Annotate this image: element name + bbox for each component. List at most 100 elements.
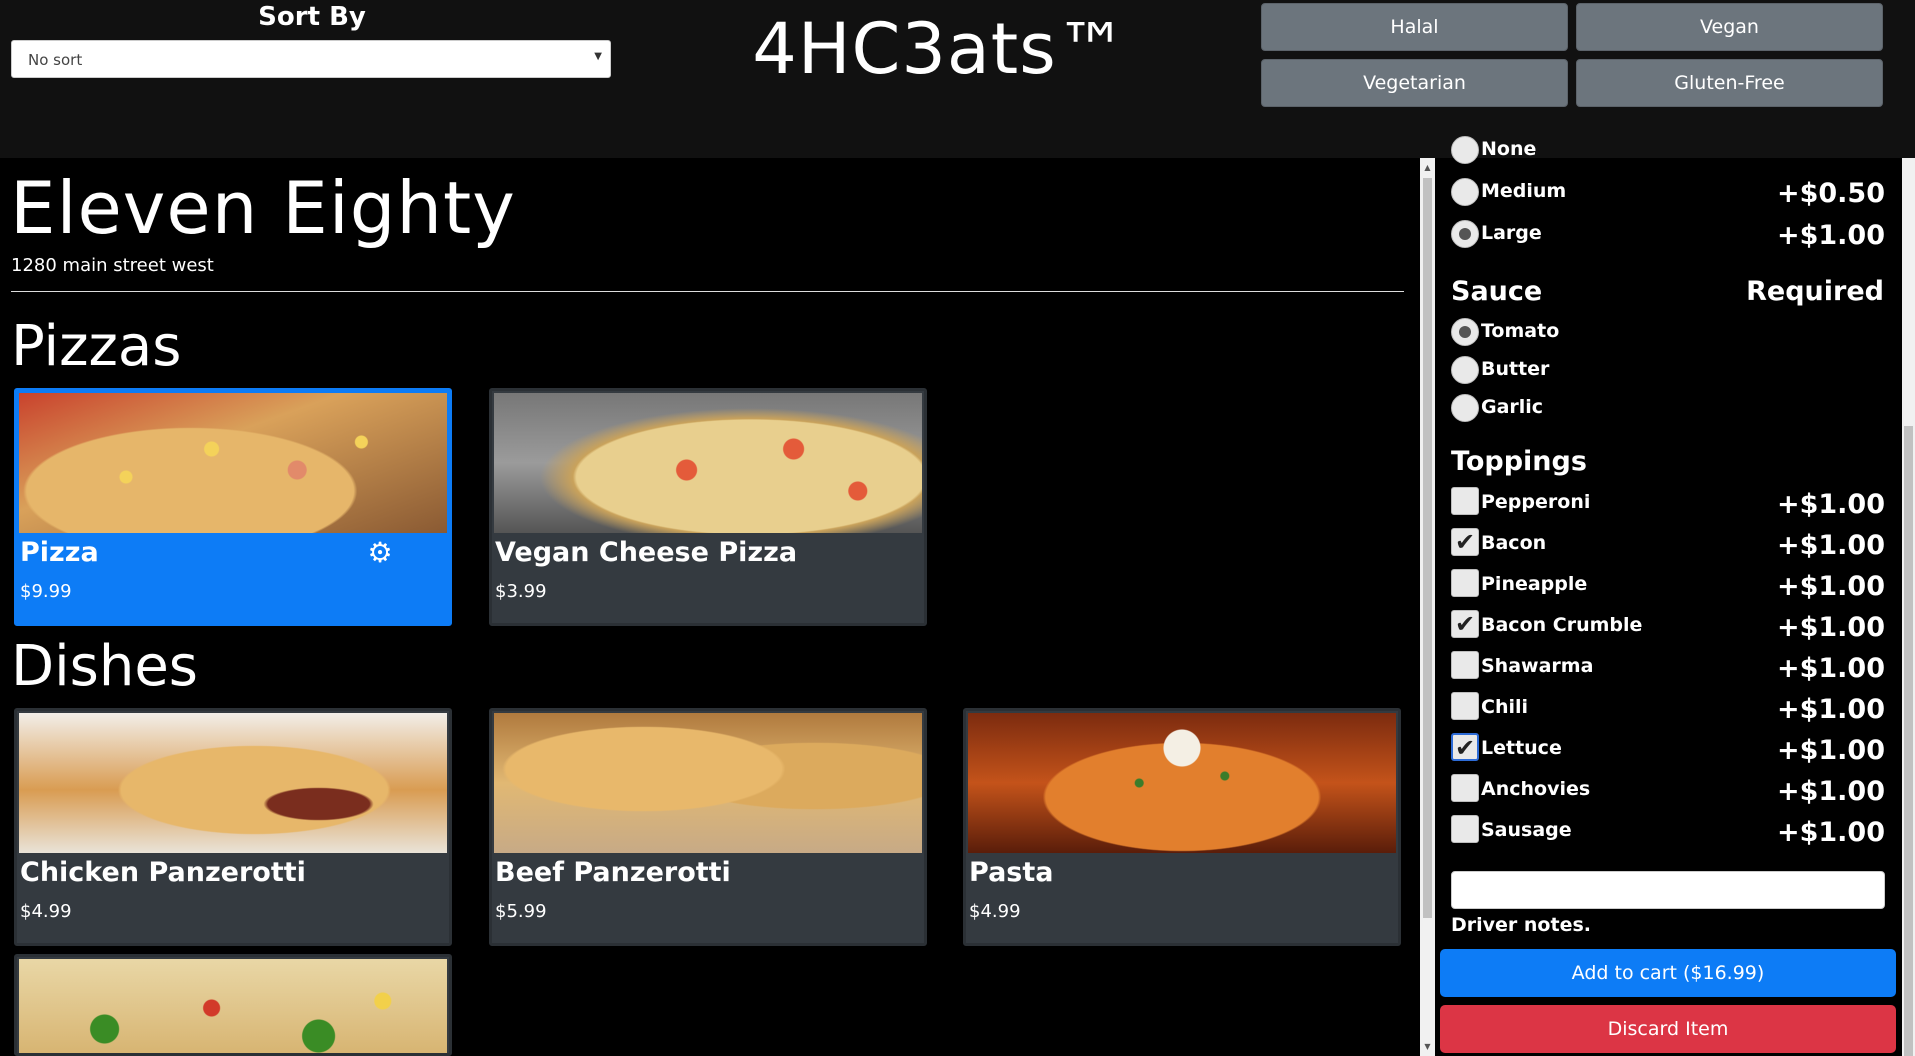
option-label: Bacon Crumble xyxy=(1481,614,1643,636)
option-price: +$1.00 xyxy=(1776,530,1885,561)
menu-item-name: Pizza xyxy=(20,537,99,568)
sauce-option-tomato[interactable]: Tomato xyxy=(1451,314,1885,348)
pasta-salad-image xyxy=(19,959,447,1053)
topping-option-anchovies[interactable]: Anchovies +$1.00 xyxy=(1451,772,1885,807)
sauce-radio-butter[interactable] xyxy=(1451,356,1479,384)
driver-notes-input[interactable] xyxy=(1451,871,1885,909)
menu-scrollbar[interactable]: ▲ ▼ xyxy=(1420,158,1435,1056)
option-label: Medium xyxy=(1481,180,1567,202)
menu-item-name: Vegan Cheese Pizza xyxy=(495,537,798,568)
toppings-group-title: Toppings xyxy=(1451,446,1587,477)
filter-halal-button[interactable]: Halal xyxy=(1261,3,1568,51)
menu-item-card[interactable]: Pasta $4.99 xyxy=(963,708,1401,946)
sauce-group-title: Sauce xyxy=(1451,276,1543,307)
menu-item-price: $5.99 xyxy=(495,901,547,922)
topping-checkbox[interactable] xyxy=(1451,487,1479,515)
topping-option-sausage[interactable]: Sausage +$1.00 xyxy=(1451,813,1885,848)
sauce-option-butter[interactable]: Butter xyxy=(1451,352,1885,386)
sauce-radio-tomato[interactable] xyxy=(1451,318,1479,346)
size-option-medium[interactable]: Medium +$0.50 xyxy=(1451,174,1885,209)
menu-item-price: $4.99 xyxy=(969,901,1021,922)
topping-option-shawarma[interactable]: Shawarma +$1.00 xyxy=(1451,649,1885,684)
topping-option-chili[interactable]: Chili +$1.00 xyxy=(1451,690,1885,725)
filter-vegetarian-button[interactable]: Vegetarian xyxy=(1261,59,1568,107)
option-label: Anchovies xyxy=(1481,778,1591,800)
sauce-option-garlic[interactable]: Garlic xyxy=(1451,390,1885,424)
option-label: None xyxy=(1481,138,1537,160)
topping-checkbox[interactable] xyxy=(1451,815,1479,843)
vegan-pizza-image xyxy=(494,393,922,533)
menu-item-name: Chicken Panzerotti xyxy=(20,857,306,888)
sort-select[interactable]: No sort ▼ xyxy=(11,40,611,78)
pizza-image xyxy=(19,393,447,533)
menu-item-price: $9.99 xyxy=(20,581,72,602)
add-to-cart-button[interactable]: Add to cart ($16.99) xyxy=(1440,949,1896,997)
filter-vegan-button[interactable]: Vegan xyxy=(1576,3,1883,51)
topping-option-bacon-crumble[interactable]: ✔ Bacon Crumble +$1.00 xyxy=(1451,608,1885,643)
size-radio-medium[interactable] xyxy=(1451,178,1479,206)
option-label: Pineapple xyxy=(1481,573,1588,595)
options-scrollbar[interactable] xyxy=(1902,158,1915,1056)
scrollbar-thumb[interactable] xyxy=(1423,178,1432,918)
menu-item-name: Beef Panzerotti xyxy=(495,857,731,888)
option-price: +$1.00 xyxy=(1776,220,1885,251)
driver-notes-label: Driver notes. xyxy=(1451,914,1591,936)
topping-checkbox[interactable] xyxy=(1451,569,1479,597)
scroll-down-icon[interactable]: ▼ xyxy=(1420,1039,1435,1054)
menu-item-card[interactable]: Pizza ⚙ $9.99 xyxy=(14,388,452,626)
scroll-up-icon[interactable]: ▲ xyxy=(1420,160,1435,175)
option-label: Bacon xyxy=(1481,532,1547,554)
restaurant-name: Eleven Eighty xyxy=(10,166,516,250)
option-label: Large xyxy=(1481,222,1542,244)
section-title-dishes: Dishes xyxy=(11,634,198,699)
sauce-radio-garlic[interactable] xyxy=(1451,394,1479,422)
size-option-none[interactable]: None xyxy=(1451,132,1885,166)
option-label: Shawarma xyxy=(1481,655,1594,677)
app-brand-title: 4HC3ats™ xyxy=(752,8,1128,90)
topping-checkbox[interactable]: ✔ xyxy=(1451,610,1479,638)
topping-checkbox[interactable]: ✔ xyxy=(1451,528,1479,556)
option-label: Chili xyxy=(1481,696,1529,718)
option-label: Lettuce xyxy=(1481,737,1562,759)
option-price: +$1.00 xyxy=(1776,612,1885,643)
size-radio-large[interactable] xyxy=(1451,220,1479,248)
option-label: Pepperoni xyxy=(1481,491,1591,513)
topping-option-bacon[interactable]: ✔ Bacon +$1.00 xyxy=(1451,526,1885,561)
chicken-panzerotti-image xyxy=(19,713,447,853)
option-label: Garlic xyxy=(1481,396,1544,418)
restaurant-address: 1280 main street west xyxy=(11,255,214,276)
divider xyxy=(11,291,1404,292)
size-option-large[interactable]: Large +$1.00 xyxy=(1451,216,1885,251)
beef-panzerotti-image xyxy=(494,713,922,853)
topping-option-pineapple[interactable]: Pineapple +$1.00 xyxy=(1451,567,1885,602)
sauce-required-label: Required xyxy=(1746,276,1884,307)
menu-item-card[interactable]: Chicken Panzerotti $4.99 xyxy=(14,708,452,946)
menu-item-name: Pasta xyxy=(969,857,1054,888)
menu-item-card[interactable]: Vegan Cheese Pizza $3.99 xyxy=(489,388,927,626)
option-price: +$1.00 xyxy=(1776,694,1885,725)
topping-checkbox[interactable] xyxy=(1451,692,1479,720)
menu-item-price: $3.99 xyxy=(495,581,547,602)
scrollbar-thumb[interactable] xyxy=(1904,426,1913,1056)
option-label: Tomato xyxy=(1481,320,1560,342)
sort-by-label: Sort By xyxy=(258,2,366,32)
section-title-pizzas: Pizzas xyxy=(11,314,182,379)
topping-checkbox[interactable]: ✔ xyxy=(1451,733,1479,761)
topping-checkbox[interactable] xyxy=(1451,651,1479,679)
topping-option-lettuce[interactable]: ✔ Lettuce +$1.00 xyxy=(1451,731,1885,766)
discard-item-button[interactable]: Discard Item xyxy=(1440,1005,1896,1053)
gear-icon[interactable]: ⚙ xyxy=(365,538,395,568)
size-radio-none[interactable] xyxy=(1451,136,1479,164)
topping-checkbox[interactable] xyxy=(1451,774,1479,802)
option-label: Sausage xyxy=(1481,819,1572,841)
option-price: +$1.00 xyxy=(1776,489,1885,520)
option-label: Butter xyxy=(1481,358,1550,380)
menu-item-card[interactable] xyxy=(14,954,452,1056)
option-price: +$1.00 xyxy=(1776,653,1885,684)
menu-item-card[interactable]: Beef Panzerotti $5.99 xyxy=(489,708,927,946)
filter-gluten-free-button[interactable]: Gluten-Free xyxy=(1576,59,1883,107)
topping-option-pepperoni[interactable]: Pepperoni +$1.00 xyxy=(1451,485,1885,520)
option-price: +$1.00 xyxy=(1776,817,1885,848)
option-price: +$1.00 xyxy=(1776,571,1885,602)
chevron-down-icon: ▼ xyxy=(594,51,602,62)
